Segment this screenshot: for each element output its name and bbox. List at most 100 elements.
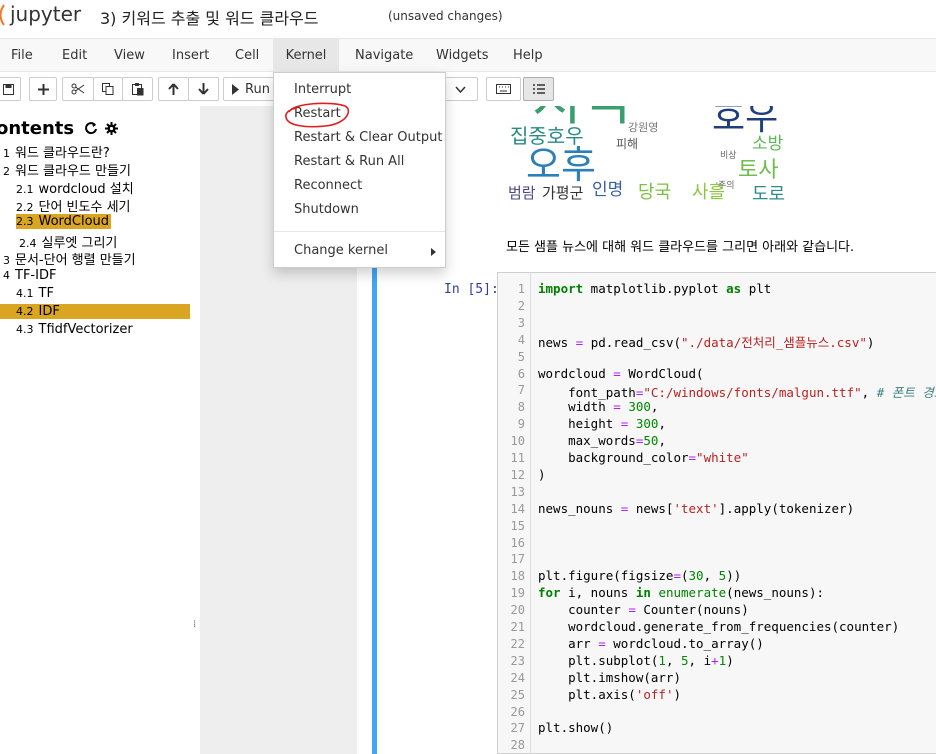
menu-insert[interactable]: Insert	[172, 39, 209, 72]
toc-item-3[interactable]: 3 문서-단어 행렬 만들기	[3, 249, 136, 268]
menu-kernel[interactable]: Kernel	[273, 39, 339, 72]
toc-resize-handle[interactable]: ⁞	[193, 619, 196, 630]
code-line[interactable]: wordcloud = WordCloud(	[538, 366, 704, 381]
code-line[interactable]: plt.imshow(arr)	[538, 670, 681, 685]
move-down-button[interactable]	[188, 77, 219, 101]
menu-divider	[274, 231, 445, 232]
wordcloud-word: 강원영	[628, 121, 659, 134]
toc-item-4-3[interactable]: 4.3 TfidfVectorizer	[16, 322, 133, 337]
menu-edit[interactable]: Edit	[62, 39, 87, 72]
code-line[interactable]: max_words=50,	[538, 433, 666, 448]
code-line[interactable]: plt.subplot(1, 5, i+1)	[538, 653, 734, 668]
code-line[interactable]: background_color="white"	[538, 450, 749, 465]
toc-item-2[interactable]: 2 워드 클라우드 만들기	[3, 160, 131, 179]
code-line[interactable]: plt.axis('off')	[538, 687, 681, 702]
toc-item-4-2[interactable]: 4.2 IDF	[0, 304, 190, 319]
jupyter-logo-text[interactable]: jupyter	[10, 2, 81, 26]
cell-type-select[interactable]	[444, 77, 478, 101]
code-line[interactable]: counter = Counter(nouns)	[538, 602, 749, 617]
code-line[interactable]: arr = wordcloud.to_array()	[538, 636, 764, 651]
code-line[interactable]: plt.show()	[538, 720, 613, 735]
arrow-down-icon	[198, 83, 209, 95]
wordcloud-word: 소방	[752, 134, 784, 154]
notebook-title[interactable]: 3) 키워드 추출 및 워드 클라우드	[100, 5, 319, 29]
wordcloud-word: 집중호우	[510, 124, 584, 148]
line-number: 14	[510, 501, 525, 516]
code-line[interactable]: news = pd.read_csv("./data/전처리_샘플뉴스.csv"…	[538, 332, 874, 351]
insert-cell-button[interactable]	[29, 77, 57, 101]
save-icon	[3, 83, 14, 95]
line-number: 28	[510, 738, 525, 753]
line-number: 26	[510, 704, 525, 719]
arrow-up-icon	[168, 83, 179, 95]
run-icon	[232, 83, 239, 95]
refresh-icon[interactable]	[84, 121, 98, 135]
wordcloud-word: 범람	[508, 184, 536, 202]
notebook-header: jupyter 3) 키워드 추출 및 워드 클라우드 (unsaved cha…	[0, 0, 936, 38]
code-line[interactable]: import matplotlib.pyplot as plt	[538, 281, 771, 296]
wordcloud-word: 주의	[718, 181, 735, 191]
code-line[interactable]: plt.figure(figsize=(30, 5))	[538, 568, 741, 583]
wordcloud-word: 인명	[592, 180, 624, 200]
save-status: (unsaved changes)	[388, 9, 503, 23]
menu-view[interactable]: View	[114, 39, 145, 72]
code-line[interactable]: height = 300,	[538, 416, 666, 431]
menu-navigate[interactable]: Navigate	[355, 39, 413, 72]
line-number: 5	[517, 349, 525, 364]
code-line[interactable]: width = 300,	[538, 399, 658, 414]
line-number: 3	[517, 315, 525, 330]
toc-item-2-1[interactable]: 2.1 wordcloud 설치	[16, 178, 134, 197]
toc-item-1[interactable]: 1 워드 클라우드란?	[3, 142, 110, 161]
menu-item-shutdown[interactable]: Shutdown	[294, 202, 359, 217]
toc-item-2-3[interactable]: 2.3 WordCloud	[16, 214, 112, 229]
toolbar: Run	[0, 72, 936, 106]
menubar: File Edit View Insert Cell Kernel Naviga…	[0, 38, 936, 72]
chevron-down-icon	[455, 85, 466, 93]
toc-item-2-2[interactable]: 2.2 단어 빈도수 세기	[16, 196, 131, 215]
menu-file[interactable]: File	[11, 39, 33, 72]
line-number: 15	[510, 518, 525, 533]
line-number: 12	[510, 467, 525, 482]
menu-cell[interactable]: Cell	[235, 39, 259, 72]
copy-button[interactable]	[93, 77, 123, 101]
line-number: 19	[510, 586, 525, 601]
menu-help[interactable]: Help	[513, 39, 543, 72]
cut-button[interactable]	[62, 77, 94, 101]
toc-toggle-button[interactable]	[523, 77, 554, 101]
code-line[interactable]: )	[538, 467, 546, 482]
menu-item-change-kernel[interactable]: Change kernel	[294, 243, 388, 258]
command-palette-button[interactable]	[486, 77, 521, 101]
line-number: 10	[510, 434, 525, 449]
toc-item-4[interactable]: 4 TF-IDF	[3, 268, 56, 283]
line-number: 13	[510, 484, 525, 499]
save-button[interactable]	[0, 77, 21, 101]
line-number: 8	[517, 400, 525, 415]
run-button-label: Run	[245, 81, 270, 97]
gear-icon[interactable]	[104, 122, 118, 135]
line-number: 7	[517, 383, 525, 398]
paste-button[interactable]	[122, 77, 153, 101]
menu-item-restart-run-all[interactable]: Restart & Run All	[294, 154, 404, 169]
menu-item-interrupt[interactable]: Interrupt	[294, 82, 351, 97]
menu-item-restart-clear-output[interactable]: Restart & Clear Output	[294, 130, 442, 145]
run-button[interactable]: Run	[223, 77, 275, 101]
code-line[interactable]: for i, nouns in enumerate(news_nouns):	[538, 585, 824, 600]
line-number-gutter: 1 2 3 4 5 6 7 8 9 10 11 12 13 14 15 16 17 18 19 20 21 22 23 24 2…	[498, 273, 531, 753]
line-number: 1	[517, 282, 525, 296]
toc-item-4-1[interactable]: 4.1 TF	[16, 286, 54, 301]
wordcloud-word: 비상	[720, 151, 737, 161]
code-line[interactable]: news_nouns = news['text'].apply(tokenize…	[538, 501, 854, 516]
move-up-button[interactable]	[158, 77, 189, 101]
line-number: 16	[510, 535, 525, 550]
wordcloud-word: 가평군	[542, 184, 584, 202]
line-number: 18	[510, 569, 525, 584]
line-number: 23	[510, 653, 525, 668]
markdown-cell-text: 모든 샘플 뉴스에 대해 워드 클라우드를 그리면 아래와 같습니다.	[506, 240, 855, 255]
toc-title: ontents	[0, 118, 118, 139]
menu-item-reconnect[interactable]: Reconnect	[294, 178, 362, 193]
plus-icon	[37, 83, 49, 95]
code-editor[interactable]: 1 2 3 4 5 6 7 8 9 10 11 12 13 14 15 16 17 18 19 20 21 22 23 24 2…	[497, 272, 936, 754]
menu-widgets[interactable]: Widgets	[436, 39, 489, 72]
code-line[interactable]: wordcloud.generate_from_frequencies(coun…	[538, 619, 899, 634]
scissors-icon	[71, 83, 85, 95]
